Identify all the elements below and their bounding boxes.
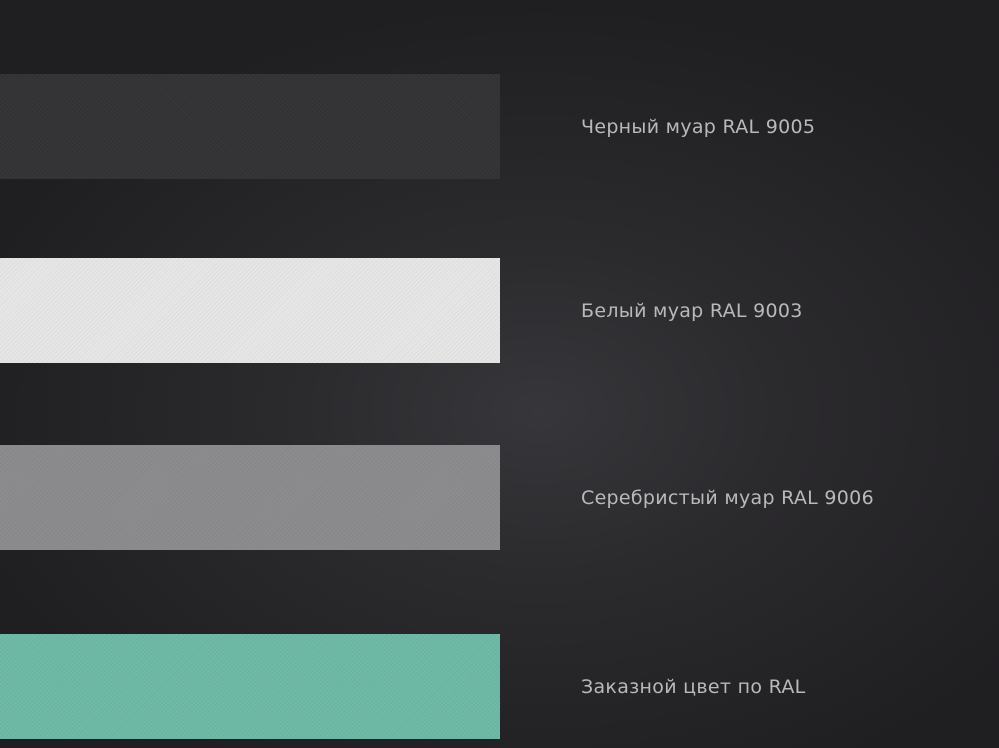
color-option-custom: Заказной цвет по RAL — [0, 634, 999, 739]
swatch-silver — [0, 445, 500, 550]
swatch-label-custom: Заказной цвет по RAL — [581, 675, 806, 698]
swatch-black — [0, 74, 500, 179]
color-option-black: Черный муар RAL 9005 — [0, 74, 999, 179]
swatch-label-black: Черный муар RAL 9005 — [581, 115, 816, 138]
swatch-white — [0, 258, 500, 363]
swatch-label-white: Белый муар RAL 9003 — [581, 299, 803, 322]
swatch-label-silver: Серебристый муар RAL 9006 — [581, 486, 874, 509]
swatch-custom — [0, 634, 500, 739]
color-option-silver: Серебристый муар RAL 9006 — [0, 445, 999, 550]
color-option-white: Белый муар RAL 9003 — [0, 258, 999, 363]
